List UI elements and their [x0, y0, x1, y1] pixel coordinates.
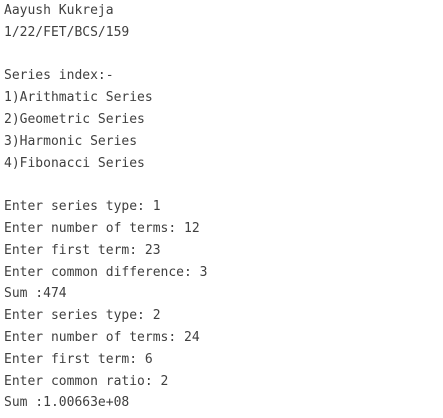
roll-number: 1/22/FET/BCS/159 — [4, 24, 130, 40]
menu-item-fibonacci: 4)Fibonacci Series — [4, 155, 145, 171]
menu-item-harmonic: 3)Harmonic Series — [4, 133, 138, 149]
run2-first-term: Enter first term: 6 — [4, 351, 153, 367]
run1-series-type: Enter series type: 1 — [4, 199, 161, 215]
run2-series-type: Enter series type: 2 — [4, 308, 161, 324]
series-index-title: Series index:- — [4, 68, 114, 84]
console-output: Aayush Kukreja 1/22/FET/BCS/159 Series i… — [4, 0, 443, 418]
run1-sum: Sum :474 — [4, 286, 67, 302]
author-name: Aayush Kukreja — [4, 3, 114, 18]
menu-item-geometric: 2)Geometric Series — [4, 111, 145, 127]
run2-number-of-terms: Enter number of terms: 24 — [4, 329, 200, 345]
run1-number-of-terms: Enter number of terms: 12 — [4, 220, 200, 236]
run1-common-difference: Enter common difference: 3 — [4, 264, 208, 280]
menu-item-arithmetic: 1)Arithmatic Series — [4, 90, 153, 106]
run1-first-term: Enter first term: 23 — [4, 242, 161, 258]
run2-sum: Sum :1.00663e+08 — [4, 395, 130, 411]
run2-common-ratio: Enter common ratio: 2 — [4, 373, 169, 389]
